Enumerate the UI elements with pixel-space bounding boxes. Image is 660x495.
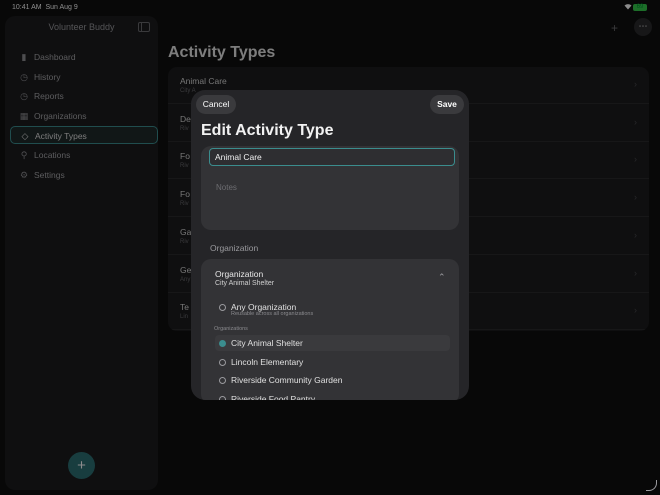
section-label: Organization — [210, 243, 259, 253]
option-label: City Animal Shelter — [231, 338, 303, 348]
radio-icon — [219, 304, 226, 311]
notes-field[interactable]: Notes — [216, 183, 237, 192]
option-label: Lincoln Elementary — [231, 356, 304, 367]
organization-card: Organization City Animal Shelter ⌃ Any O… — [201, 259, 459, 400]
radio-icon — [219, 340, 226, 347]
organization-picker-label[interactable]: Organization — [215, 269, 263, 279]
organizations-group-label: Organizations — [214, 326, 248, 332]
organization-option[interactable]: Riverside Food Pantry — [215, 391, 450, 401]
organization-option[interactable]: Riverside Community Garden — [215, 372, 450, 388]
organization-option[interactable]: Lincoln Elementary — [215, 354, 450, 370]
name-field[interactable] — [209, 148, 455, 166]
radio-icon — [219, 377, 226, 384]
option-label: Riverside Community Garden — [231, 375, 343, 385]
option-label: Riverside Food Pantry — [231, 393, 316, 401]
radio-icon — [219, 395, 226, 400]
edit-activity-type-sheet: Cancel Save Edit Activity Type Notes Org… — [191, 90, 469, 400]
modal-title: Edit Activity Type — [201, 122, 334, 139]
organization-picker-value[interactable]: City Animal Shelter — [215, 280, 274, 287]
cancel-button[interactable]: Cancel — [196, 95, 236, 114]
option-subtitle: Reusable across all organizations — [231, 311, 314, 317]
details-card: Notes — [201, 146, 459, 230]
radio-icon — [219, 358, 226, 366]
save-button[interactable]: Save — [430, 95, 464, 114]
organization-option[interactable]: City Animal Shelter — [215, 335, 450, 351]
chevron-up-icon[interactable]: ⌃ — [438, 272, 446, 283]
